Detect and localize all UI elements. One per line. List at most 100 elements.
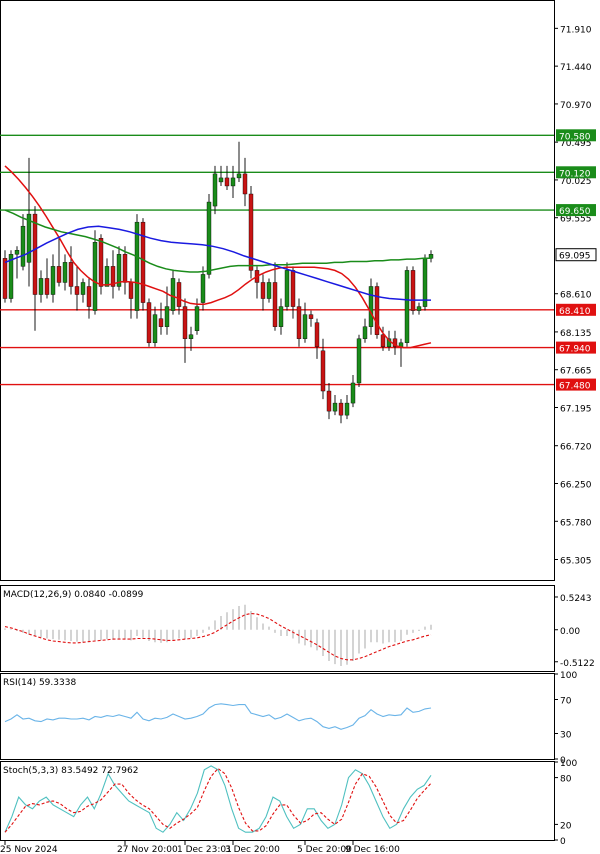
candle-body <box>422 258 428 307</box>
price-tick-label: 67.665 <box>560 367 592 377</box>
candle-body <box>98 238 104 287</box>
current-price-label: 69.095 <box>559 252 591 262</box>
time-tick-label: 5 Dec 20:00 <box>297 845 352 854</box>
macd-label: MACD(12,26,9) 0.0840 -0.0899 <box>3 590 144 600</box>
candle-body <box>404 270 410 343</box>
time-tick-label: 3 Dec 20:00 <box>225 845 280 854</box>
time-tick-label: 9 Dec 16:00 <box>345 845 400 854</box>
indicator-tick-label: 20 <box>560 821 572 831</box>
price-tick-label: 71.440 <box>560 63 592 73</box>
candle-body <box>164 306 170 327</box>
candle-body <box>146 302 152 343</box>
candle-body <box>14 250 20 255</box>
price-tick-label: 68.135 <box>560 329 592 339</box>
indicator-tick-label: 30 <box>560 731 572 741</box>
candle-body <box>80 282 86 295</box>
price-tick-label: 66.250 <box>560 481 592 491</box>
indicator-tick-label: 100 <box>560 759 577 769</box>
candle-body <box>44 278 50 295</box>
candle-body <box>332 402 338 412</box>
candle-body <box>86 286 92 307</box>
candle-body <box>302 314 308 339</box>
candle-body <box>284 270 290 307</box>
level-label: 67.480 <box>559 382 591 392</box>
price-tick-label: 66.720 <box>560 443 592 453</box>
price-tick-label: 71.910 <box>560 25 592 35</box>
candle-body <box>266 282 272 299</box>
candle-body <box>134 221 140 311</box>
candle-body <box>260 282 266 299</box>
candle-body <box>224 177 230 187</box>
candle-body <box>170 278 176 311</box>
indicator-tick-label: 0.00 <box>560 627 580 637</box>
level-label: 69.650 <box>559 207 591 217</box>
price-tick-label: 65.305 <box>560 556 592 566</box>
candle-body <box>74 286 80 295</box>
candle-body <box>326 390 332 412</box>
level-label: 67.940 <box>559 345 591 355</box>
candle-body <box>158 318 164 327</box>
candle-body <box>194 306 200 331</box>
candle-body <box>236 173 242 179</box>
indicator-tick-label: 100 <box>560 671 577 681</box>
indicator-tick-label: 0 <box>560 837 566 847</box>
candle-body <box>290 270 296 307</box>
level-label: 70.580 <box>559 132 591 142</box>
candle-body <box>368 286 374 327</box>
candle-body <box>362 326 368 339</box>
level-label: 68.410 <box>559 307 591 317</box>
time-tick-label: 1 Dec 23:01 <box>177 845 232 854</box>
candle-body <box>62 262 68 283</box>
indicator-tick-label: 0.5243 <box>560 594 592 604</box>
current-price-marker: 69.095 <box>555 248 597 262</box>
candle-body <box>356 338 362 384</box>
price-tick-label: 67.195 <box>560 405 592 415</box>
price-tick-label: 68.610 <box>560 291 592 301</box>
candle-body <box>38 278 44 295</box>
indicator-tick-label: 70 <box>560 697 572 707</box>
candle-body <box>188 334 194 339</box>
price-tick-label: 70.970 <box>560 101 592 111</box>
time-axis: 25 Nov 2024 27 Nov 20:00 1 Dec 23:013 Dec … <box>0 840 400 854</box>
candle-body <box>380 334 386 347</box>
candle-body <box>50 266 56 295</box>
rsi-label: RSI(14) 59.3338 <box>3 678 76 688</box>
candle-body <box>242 173 248 195</box>
candle-body <box>56 266 62 283</box>
stoch-label: Stoch(5,3,3) 83.5492 72.7962 <box>3 766 138 776</box>
time-tick-label: 27 Nov 20:00 <box>117 845 178 854</box>
candle-body <box>32 213 38 295</box>
candle-body <box>272 282 278 327</box>
candle-body <box>338 402 344 416</box>
candle-body <box>68 262 74 287</box>
indicator-tick-label: -0.5122 <box>560 659 595 669</box>
price-axis: 71.91071.44070.97070.49570.02569.55568.6… <box>554 25 592 566</box>
candle-body <box>320 350 326 392</box>
candle-body <box>128 282 134 299</box>
candle-body <box>410 270 416 311</box>
candle-body <box>152 314 158 343</box>
candle-body <box>416 306 422 311</box>
candle-body <box>182 306 188 339</box>
level-label: 70.120 <box>559 169 591 179</box>
candle-body <box>104 266 110 287</box>
candle-body <box>374 286 380 335</box>
candle-body <box>206 201 212 275</box>
rsi-panel[interactable] <box>0 673 555 760</box>
candle-body <box>200 274 206 303</box>
candle-body <box>2 258 8 299</box>
time-tick-label: 25 Nov 2024 <box>0 845 58 854</box>
candle-body <box>176 282 182 307</box>
candle-body <box>314 322 320 347</box>
candle-body <box>92 242 98 311</box>
candle-body <box>350 382 356 404</box>
trading-chart[interactable]: 71.91071.44070.97070.49570.02569.55568.6… <box>0 0 600 854</box>
candle-body <box>140 221 146 303</box>
candle-body <box>122 254 128 283</box>
candle-body <box>230 177 236 187</box>
candle-body <box>278 306 284 327</box>
candle-body <box>296 306 302 339</box>
price-tick-label: 65.780 <box>560 518 592 528</box>
candle-body <box>344 402 350 416</box>
candle-body <box>212 173 218 207</box>
